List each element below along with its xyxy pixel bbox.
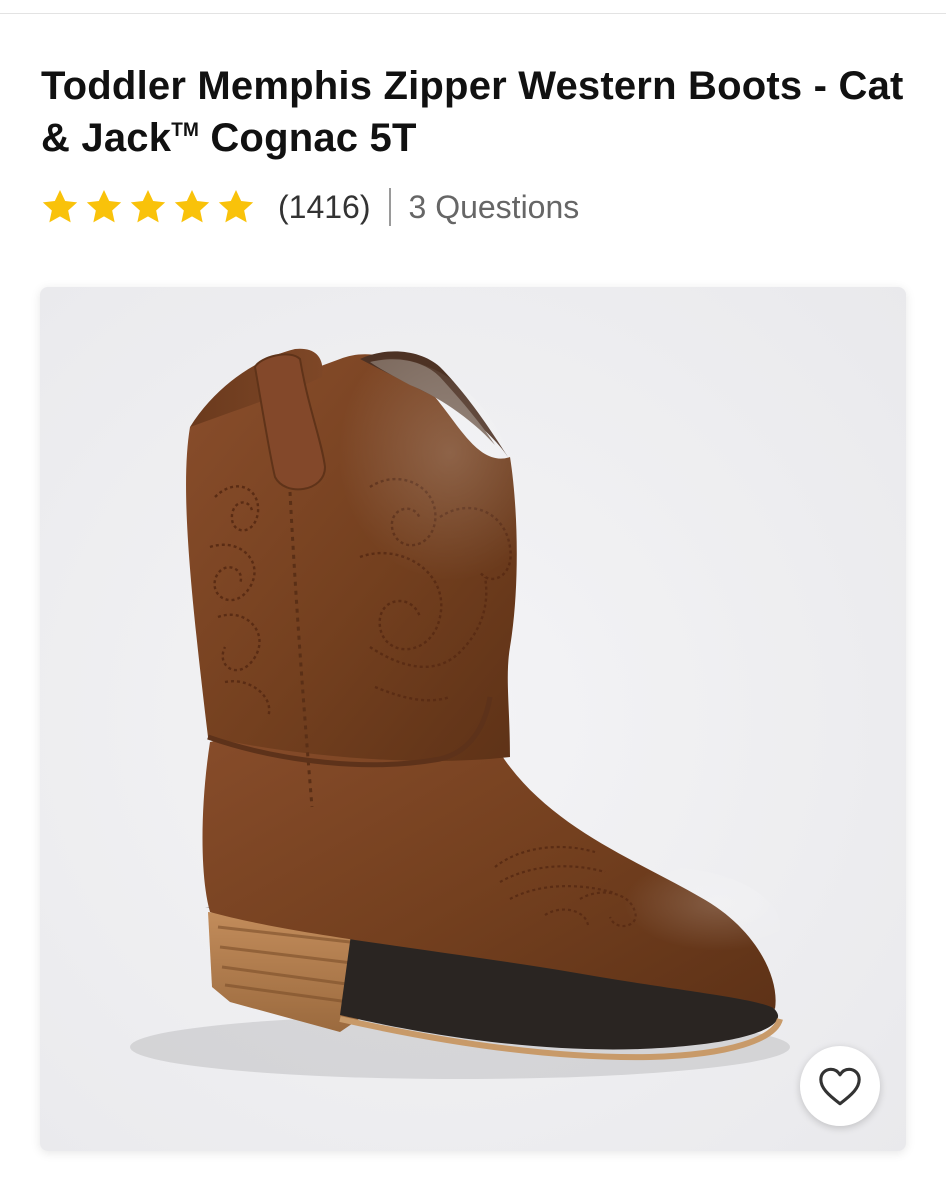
- review-count-link[interactable]: (1416): [278, 189, 371, 226]
- product-title: Toddler Memphis Zipper Western Boots - C…: [41, 60, 921, 164]
- rating-row: (1416) 3 Questions: [40, 184, 579, 230]
- questions-link[interactable]: 3 Questions: [409, 189, 580, 226]
- product-title-variant: Cognac 5T: [199, 116, 417, 160]
- star-rating[interactable]: [40, 187, 260, 227]
- product-image-card[interactable]: [40, 287, 906, 1151]
- star-icon: [86, 190, 122, 223]
- product-image: [40, 287, 906, 1151]
- favorite-button[interactable]: [800, 1046, 880, 1126]
- star-icon: [130, 190, 166, 223]
- heart-outline-icon: [819, 1067, 861, 1106]
- rating-divider: [388, 188, 391, 226]
- star-icon: [42, 190, 78, 223]
- trademark-symbol: TM: [171, 120, 200, 141]
- top-divider: [0, 13, 946, 14]
- star-icon: [218, 190, 254, 223]
- product-title-main: Toddler Memphis Zipper Western Boots - C…: [41, 64, 904, 160]
- star-icon: [174, 190, 210, 223]
